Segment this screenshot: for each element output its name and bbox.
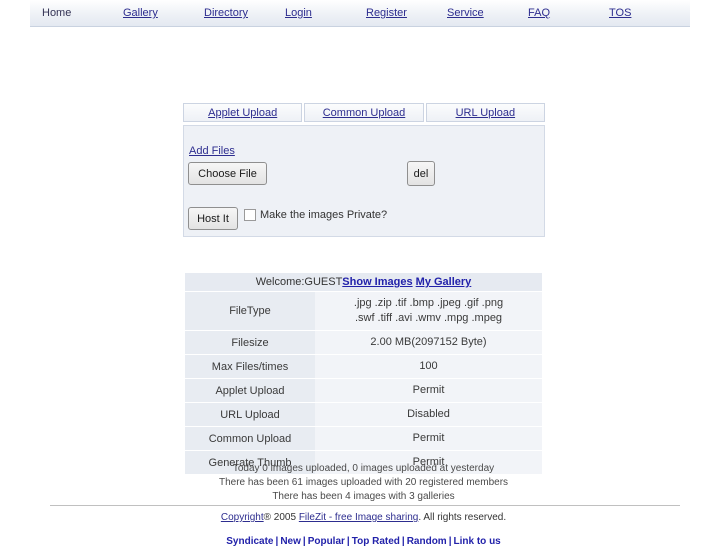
tab-common-upload[interactable]: Common Upload (304, 103, 424, 122)
add-files-link-wrapper: Add Files (189, 145, 235, 157)
table-row: Applet Upload Permit (185, 379, 542, 402)
welcome-row: Welcome:GUESTShow Images My Gallery (185, 273, 542, 291)
footer-separator: | (401, 536, 405, 547)
nav-item-directory[interactable]: Directory (204, 7, 285, 19)
footer-separator: | (346, 536, 350, 547)
footer-link-top-rated[interactable]: Top Rated (352, 536, 400, 547)
footer-link-syndicate[interactable]: Syndicate (226, 536, 273, 547)
copyright-mid-text: ® 2005 (263, 512, 299, 523)
welcome-text: Welcome:GUEST (255, 276, 343, 288)
info-value-url-upload: Disabled (315, 403, 542, 426)
tab-common-upload-label[interactable]: Common Upload (323, 107, 406, 119)
footer-link-link-to-us[interactable]: Link to us (454, 536, 501, 547)
account-info-table-body: Welcome:GUESTShow Images My Gallery File… (185, 273, 542, 474)
stats-line-galleries: There has been 4 images with 3 galleries (272, 491, 455, 502)
account-info-table: Welcome:GUESTShow Images My Gallery File… (185, 272, 542, 475)
my-gallery-link[interactable]: My Gallery (416, 276, 472, 288)
info-value-common-upload: Permit (315, 427, 542, 450)
tab-url-upload[interactable]: URL Upload (425, 103, 545, 122)
footer-separator: | (448, 536, 452, 547)
nav-item-service[interactable]: Service (447, 7, 528, 19)
info-label-url-upload: URL Upload (185, 403, 315, 426)
top-navigation-bar: Home Gallery Directory Login Register Se… (30, 0, 690, 27)
site-statistics: Today 0 images uploaded, 0 images upload… (0, 462, 727, 504)
copyright-end-text: . All rights reserved. (418, 512, 507, 523)
footer-link-new[interactable]: New (280, 536, 301, 547)
delete-file-button[interactable]: del (407, 161, 435, 186)
info-value-max-files: 100 (315, 355, 542, 378)
info-value-filetype: .jpg .zip .tif .bmp .jpeg .gif .png .swf… (315, 292, 542, 330)
host-it-button[interactable]: Host It (188, 207, 238, 230)
nav-items-container: Home Gallery Directory Login Register Se… (30, 0, 690, 26)
upload-panel: Add Files Choose File del Host It Make t… (183, 125, 545, 237)
footer-link-popular[interactable]: Popular (308, 536, 345, 547)
info-label-common-upload: Common Upload (185, 427, 315, 450)
footer-divider (50, 505, 680, 506)
filetype-line-2: .swf .tiff .avi .wmv .mpg .mpeg (354, 312, 503, 324)
info-label-applet-upload: Applet Upload (185, 379, 315, 402)
footer-links-bar: Syndicate | New | Popular | Top Rated | Random | L… (0, 536, 727, 547)
welcome-cell: Welcome:GUESTShow Images My Gallery (185, 273, 542, 291)
info-value-applet-upload: Permit (315, 379, 542, 402)
table-row: Max Files/times 100 (185, 355, 542, 378)
nav-item-faq[interactable]: FAQ (528, 7, 609, 19)
stats-line-today: Today 0 images uploaded, 0 images upload… (232, 463, 495, 474)
footer-link-random[interactable]: Random (407, 536, 447, 547)
copyright-line: Copyright® 2005 FileZit - free Image sha… (0, 512, 727, 523)
footer-separator: | (302, 536, 306, 547)
tab-applet-upload-label[interactable]: Applet Upload (208, 107, 277, 119)
tab-applet-upload[interactable]: Applet Upload (183, 103, 303, 122)
info-label-filesize: Filesize (185, 331, 315, 354)
info-value-filesize: 2.00 MB(2097152 Byte) (315, 331, 542, 354)
site-name-link[interactable]: FileZit - free Image sharing (299, 512, 419, 523)
nav-item-gallery[interactable]: Gallery (123, 7, 204, 19)
table-row: Filesize 2.00 MB(2097152 Byte) (185, 331, 542, 354)
stats-line-total-uploads: There has been 61 images uploaded with 2… (218, 477, 509, 488)
show-images-link[interactable]: Show Images (342, 276, 412, 288)
nav-item-login[interactable]: Login (285, 7, 366, 19)
table-row: FileType .jpg .zip .tif .bmp .jpeg .gif … (185, 292, 542, 330)
table-row: Common Upload Permit (185, 427, 542, 450)
tab-url-upload-label[interactable]: URL Upload (456, 107, 516, 119)
info-label-filetype: FileType (185, 292, 315, 330)
nav-item-tos[interactable]: TOS (609, 7, 690, 19)
add-files-link[interactable]: Add Files (189, 145, 235, 157)
filetype-line-1: .jpg .zip .tif .bmp .jpeg .gif .png (353, 297, 504, 309)
info-label-max-files: Max Files/times (185, 355, 315, 378)
upload-tab-bar: Applet Upload Common Upload URL Upload (183, 103, 545, 122)
make-private-label: Make the images Private? (260, 209, 388, 221)
choose-file-button[interactable]: Choose File (188, 162, 267, 185)
nav-item-register[interactable]: Register (366, 7, 447, 19)
nav-item-home[interactable]: Home (42, 7, 123, 19)
copyright-link[interactable]: Copyright (221, 512, 264, 523)
make-private-checkbox[interactable] (244, 209, 256, 221)
table-row: URL Upload Disabled (185, 403, 542, 426)
make-private-row: Make the images Private? (244, 209, 387, 221)
